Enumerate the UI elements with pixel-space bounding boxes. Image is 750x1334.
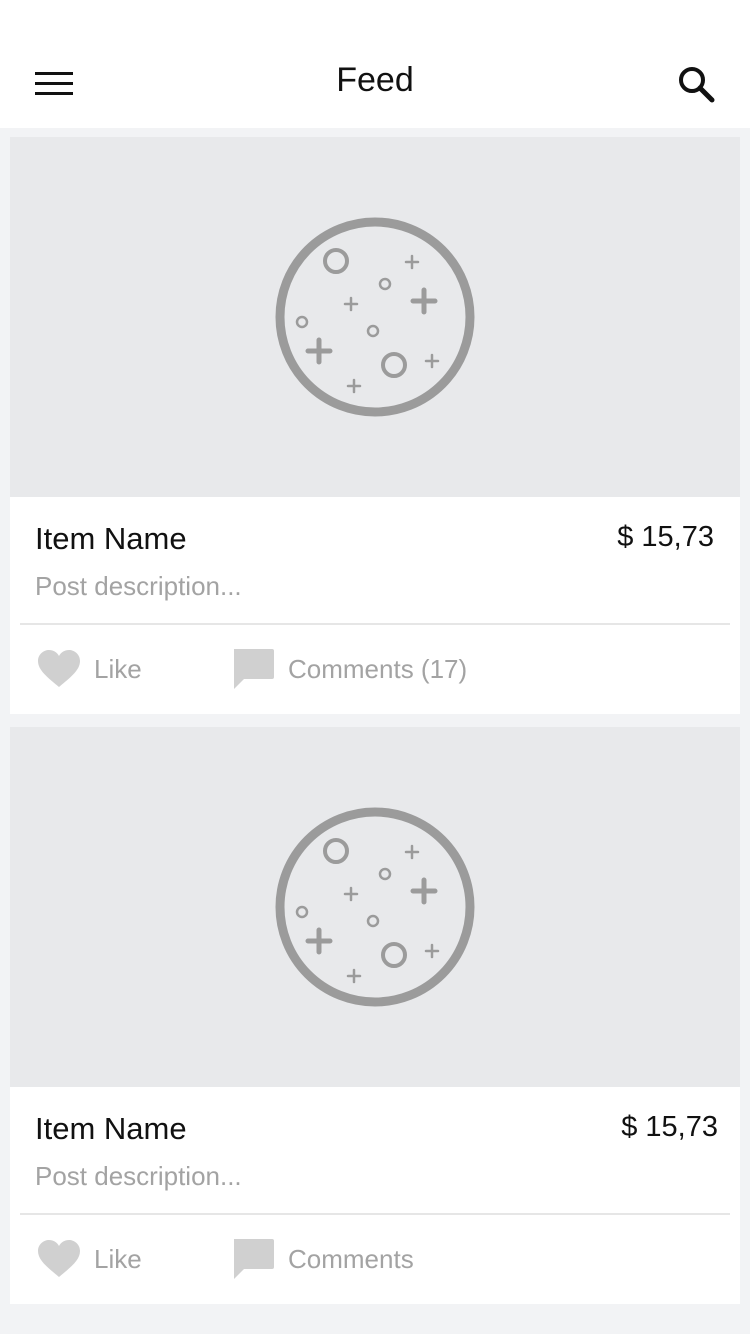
placeholder-image-icon (275, 807, 475, 1007)
placeholder-image-icon (275, 217, 475, 417)
comment-icon (234, 649, 274, 689)
item-price: $ 15,73 (617, 521, 714, 553)
divider (20, 623, 730, 625)
navigation-bar: Feed (0, 40, 750, 128)
item-name: Item Name (35, 521, 187, 556)
post-description: Post description... (35, 1161, 242, 1191)
comments-button[interactable]: Comments (17) (232, 647, 467, 691)
like-label: Like (94, 1243, 142, 1274)
status-bar (0, 0, 750, 40)
divider (20, 1213, 730, 1215)
comments-label: Comments (17) (288, 653, 468, 684)
search-icon (679, 67, 715, 103)
like-button[interactable]: Like (38, 647, 142, 691)
post-image[interactable] (10, 137, 740, 497)
comments-button[interactable]: Comments (232, 1237, 414, 1281)
menu-button[interactable] (28, 62, 80, 106)
like-button[interactable]: Like (38, 1237, 142, 1281)
heart-icon (38, 1240, 80, 1277)
item-name: Item Name (35, 1111, 187, 1146)
item-price: $ 15,73 (621, 1111, 718, 1143)
comments-label: Comments (288, 1243, 414, 1274)
hamburger-menu-icon (35, 72, 73, 95)
post-description: Post description... (35, 571, 242, 601)
comment-icon (234, 1239, 274, 1279)
page-title: Feed (336, 61, 414, 99)
search-button[interactable] (668, 60, 724, 108)
post-image[interactable] (10, 727, 740, 1087)
like-label: Like (94, 653, 142, 684)
feed-card[interactable]: Item Name $ 15,73 Post description... Li… (10, 137, 740, 714)
feed-card[interactable]: Item Name $ 15,73 Post description... Li… (10, 727, 740, 1304)
heart-icon (38, 650, 80, 687)
